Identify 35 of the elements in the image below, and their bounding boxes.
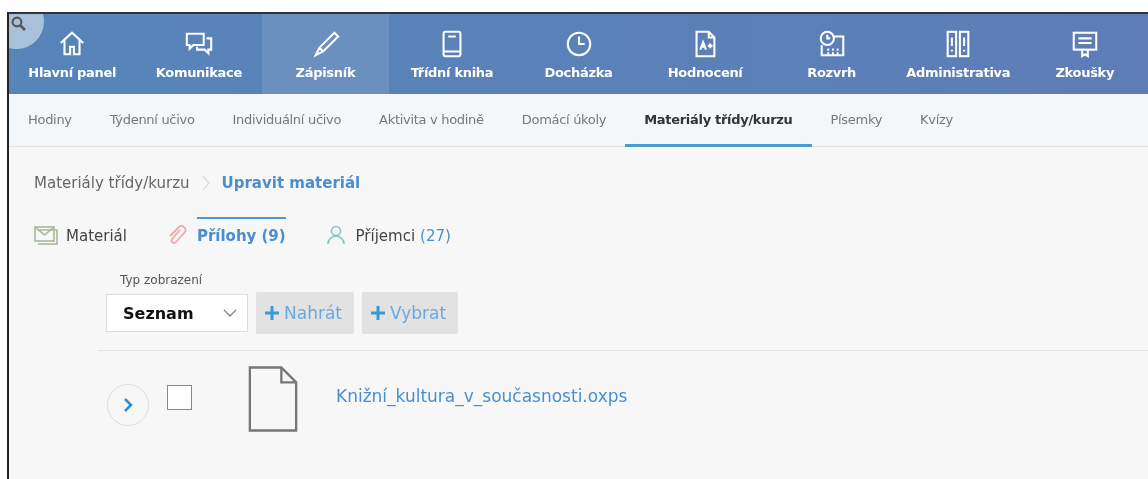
nav-item[interactable]: Zápisník <box>262 14 389 94</box>
sub-tab[interactable]: Aktivita v hodině <box>360 94 503 147</box>
nav-item[interactable]: Komunikace <box>135 14 263 94</box>
nav-item[interactable]: Hodnocení <box>641 14 769 94</box>
sub-tab[interactable]: Domácí úkoly <box>502 94 626 147</box>
chevron-icon <box>123 397 133 413</box>
nav-item[interactable]: Zkoušky <box>1021 14 1148 94</box>
sub-tab[interactable]: Písemky <box>811 94 902 147</box>
sub-tab[interactable]: Týdenní učivo <box>90 94 214 147</box>
document-icon <box>248 365 298 433</box>
nav-item[interactable]: Administrativa <box>894 14 1022 94</box>
sub-tab[interactable]: Hodiny <box>9 94 91 147</box>
nav-item[interactable]: Rozvrh <box>768 14 895 94</box>
tab[interactable]: Materiál <box>66 217 127 253</box>
sub-tab[interactable]: Individuální učivo <box>213 94 361 147</box>
expand-button[interactable] <box>107 384 149 426</box>
nav-item[interactable]: Třídní kniha <box>388 14 516 94</box>
nav-item[interactable]: Docházka <box>515 14 642 94</box>
plus-icon <box>264 305 280 321</box>
nav-item[interactable]: Hlavní panel <box>9 14 136 94</box>
search-icon <box>11 16 27 32</box>
field-label: Typ zobrazení <box>120 273 204 287</box>
sub-tab[interactable]: Kvízy <box>901 94 972 147</box>
file-link[interactable]: Knižní_kultura_v_současnosti.oxps <box>336 386 628 406</box>
sub-tab[interactable]: Materiály třídy/kurzu <box>625 94 812 147</box>
breadcrumb-link[interactable]: Upravit materiál <box>221 174 361 192</box>
tab[interactable]: Přílohy (9) <box>196 217 286 253</box>
caret-icon <box>223 309 237 317</box>
breadcrumb-link[interactable]: Materiály třídy/kurzu <box>34 174 190 192</box>
view-type-dropdown[interactable]: Seznam <box>106 294 248 332</box>
chevron-icon <box>201 175 210 191</box>
envelope-icon <box>34 225 58 245</box>
plus-icon <box>370 305 386 321</box>
tab[interactable]: Příjemci (27) <box>355 217 451 253</box>
checkbox[interactable] <box>167 384 192 410</box>
